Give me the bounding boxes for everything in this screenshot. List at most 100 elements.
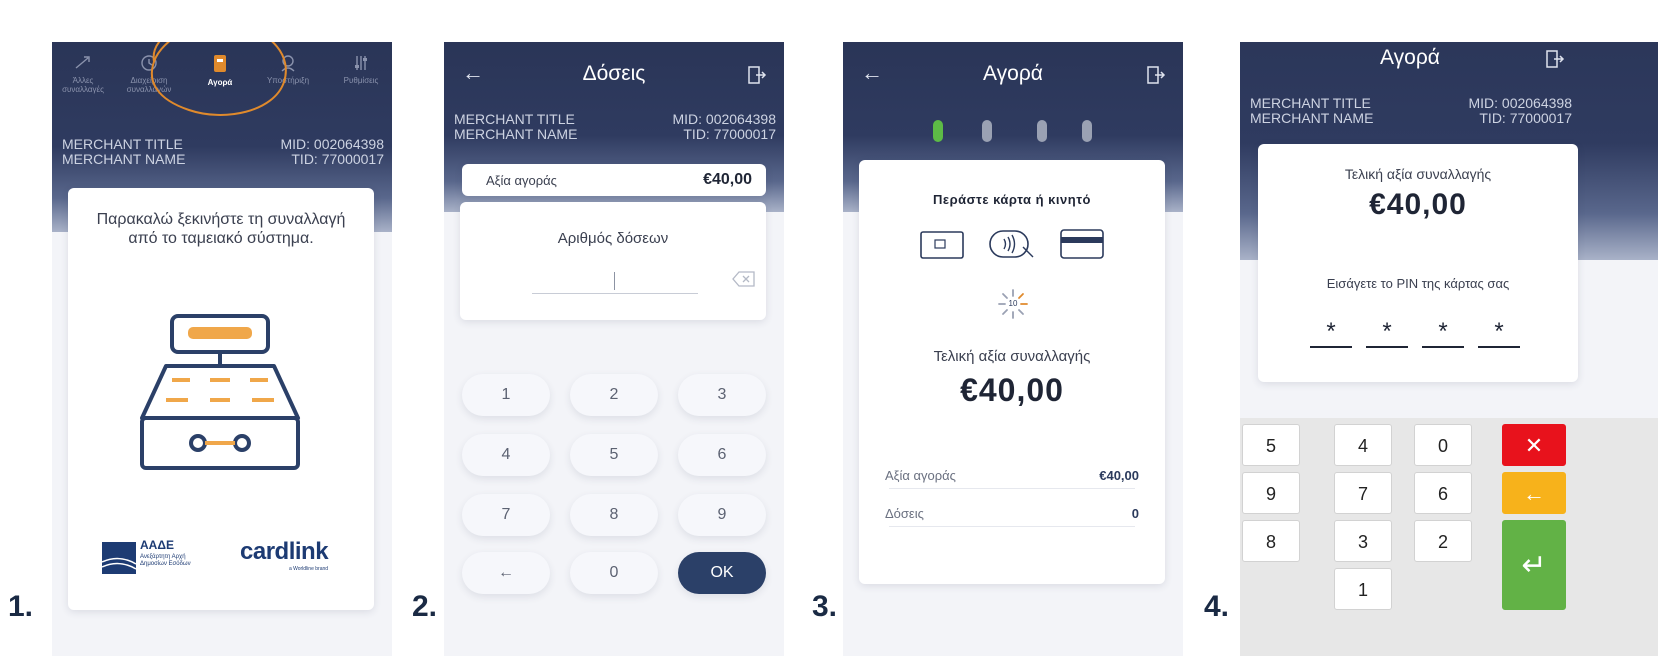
- merchant-tid: TID: 77000017: [291, 151, 384, 167]
- pin-label: Εισάγετε το PIN της κάρτας σας: [1326, 276, 1510, 291]
- installments-card: Αριθμός δόσεων: [460, 202, 766, 320]
- merchant-title: MERCHANT TITLE: [454, 111, 575, 127]
- merchant-title: MERCHANT TITLE: [1250, 95, 1371, 111]
- exit-icon[interactable]: [746, 64, 768, 86]
- key-0[interactable]: 0: [570, 552, 658, 594]
- merchant-title: MERCHANT TITLE: [62, 136, 183, 152]
- exit-icon[interactable]: [1544, 48, 1566, 70]
- clear-button[interactable]: ←: [1502, 472, 1566, 514]
- pin-key-2[interactable]: 2: [1414, 520, 1472, 562]
- merchant-name: MERCHANT NAME: [454, 126, 578, 142]
- highlight-circle: [150, 42, 287, 116]
- key-7[interactable]: 7: [462, 494, 550, 536]
- merchant-info-left: MERCHANT TITLE MERCHANT NAME: [62, 137, 185, 167]
- pin-key-5[interactable]: 5: [1242, 424, 1300, 466]
- step-number-1: 1.: [8, 590, 34, 623]
- screen-3-card-tap: ← Αγορά Περάστε κάρτα ή κινητό 10 Τελική…: [843, 42, 1183, 656]
- progress-dot-1: [933, 120, 943, 142]
- pin-digit: *: [1366, 318, 1408, 348]
- enter-button[interactable]: ↵: [1502, 520, 1566, 610]
- pin-digit: *: [1422, 318, 1464, 348]
- pin-key-4[interactable]: 4: [1334, 424, 1392, 466]
- merchant-info-left: MERCHANT TITLE MERCHANT NAME: [454, 112, 577, 142]
- pin-key-0[interactable]: 0: [1414, 424, 1472, 466]
- amount-card: Αξία αγοράς €40,00: [462, 164, 766, 196]
- screen-1-idle: Άλλες συναλλαγές Διαχείριση συναλλαγών Α…: [52, 42, 392, 656]
- divider: [889, 488, 1135, 489]
- nav-label: Άλλες συναλλαγές: [62, 76, 104, 94]
- pin-key-6[interactable]: 6: [1414, 472, 1472, 514]
- screen-2-installments: ← Δόσεις MERCHANT TITLE MERCHANT NAME MI…: [444, 42, 784, 656]
- backspace-icon[interactable]: [732, 270, 756, 288]
- pin-card: Τελική αξία συναλλαγής €40,00 Εισάγετε τ…: [1258, 144, 1578, 382]
- key-5[interactable]: 5: [570, 434, 658, 476]
- progress-dot-2: [982, 120, 992, 142]
- sliders-icon: [355, 56, 367, 70]
- pin-keypad: 5 4 0 ✕ 9 7 6 ← 8 3 2 ↵ 1: [1240, 418, 1658, 656]
- key-2[interactable]: 2: [570, 374, 658, 416]
- key-3[interactable]: 3: [678, 374, 766, 416]
- aade-subtitle: Ανεξάρτητη Αρχή Δημοσίων Εσόδων: [140, 554, 191, 567]
- step-number-2: 2.: [412, 590, 438, 623]
- start-message: Παρακαλώ ξεκινήστε τη συναλλαγή από το τ…: [96, 211, 346, 247]
- key-back[interactable]: ←: [462, 552, 550, 594]
- installments-label: Αριθμός δόσεων: [557, 230, 669, 247]
- tap-prompt: Περάστε κάρτα ή κινητό: [933, 192, 1091, 207]
- aade-title: ΑΑΔΕ: [140, 538, 174, 552]
- countdown-spinner: 10: [997, 288, 1029, 320]
- cash-register-icon: [140, 314, 300, 470]
- pin-digit: *: [1310, 318, 1352, 348]
- cardlink-logo: cardlink a Worldline brand: [240, 538, 329, 572]
- pin-key-8[interactable]: 8: [1242, 520, 1300, 562]
- idle-card: Παρακαλώ ξεκινήστε τη συναλλαγή από το τ…: [68, 188, 374, 610]
- amount-value: €40,00: [1099, 468, 1139, 483]
- amount-label: Αξία αγοράς: [885, 468, 956, 483]
- progress-dot-4: [1082, 120, 1092, 142]
- key-1[interactable]: 1: [462, 374, 550, 416]
- step-number-4: 4.: [1204, 590, 1230, 623]
- progress-dot-3: [1037, 120, 1047, 142]
- merchant-tid: TID: 77000017: [683, 126, 776, 142]
- nav-item-other-transactions[interactable]: Άλλες συναλλαγές: [52, 52, 114, 94]
- installments-value: 0: [1131, 506, 1139, 521]
- final-amount-value: €40,00: [960, 372, 1064, 408]
- countdown-value: 10: [1008, 299, 1018, 308]
- amount-label: Αξία αγοράς: [486, 173, 557, 188]
- key-4[interactable]: 4: [462, 434, 550, 476]
- exit-icon[interactable]: [1145, 64, 1167, 86]
- pin-digit: *: [1478, 318, 1520, 348]
- payment-card: Περάστε κάρτα ή κινητό 10 Τελική αξία συ…: [859, 160, 1165, 584]
- merchant-name: MERCHANT NAME: [1250, 110, 1374, 126]
- merchant-info-left: MERCHANT TITLE MERCHANT NAME: [1250, 96, 1373, 126]
- cancel-button[interactable]: ✕: [1502, 424, 1566, 466]
- merchant-tid: TID: 77000017: [1479, 110, 1572, 126]
- final-amount-value: €40,00: [1369, 188, 1467, 221]
- merchant-info-right: MID: 002064398 TID: 77000017: [672, 112, 776, 142]
- pin-key-3[interactable]: 3: [1334, 520, 1392, 562]
- key-6[interactable]: 6: [678, 434, 766, 476]
- pin-field[interactable]: * * * *: [1310, 318, 1530, 350]
- nav-item-settings[interactable]: Ρυθμίσεις: [330, 52, 392, 85]
- pin-key-1[interactable]: 1: [1334, 568, 1392, 610]
- contactless-icon: [989, 230, 1034, 258]
- cardlink-wordmark: cardlink: [240, 538, 329, 565]
- ok-button[interactable]: OK: [678, 552, 766, 594]
- final-amount-label: Τελική αξία συναλλαγής: [933, 348, 1091, 365]
- amount-value: €40,00: [703, 171, 752, 188]
- merchant-name: MERCHANT NAME: [62, 151, 186, 167]
- key-8[interactable]: 8: [570, 494, 658, 536]
- merchant-info-right: MID: 002064398 TID: 77000017: [280, 137, 384, 167]
- text-cursor: [614, 272, 615, 290]
- magstripe-card-icon: [1060, 229, 1104, 259]
- chip-card-icon: [920, 231, 964, 259]
- divider: [889, 526, 1135, 527]
- nav-label: Ρυθμίσεις: [343, 76, 379, 85]
- final-amount-label: Τελική αξία συναλλαγής: [1344, 166, 1492, 182]
- step-number-3: 3.: [812, 590, 838, 623]
- installments-input[interactable]: [532, 268, 698, 294]
- pin-key-7[interactable]: 7: [1334, 472, 1392, 514]
- pin-key-9[interactable]: 9: [1242, 472, 1300, 514]
- key-9[interactable]: 9: [678, 494, 766, 536]
- aade-emblem-icon: [102, 542, 136, 574]
- page-title: Δόσεις: [582, 62, 646, 85]
